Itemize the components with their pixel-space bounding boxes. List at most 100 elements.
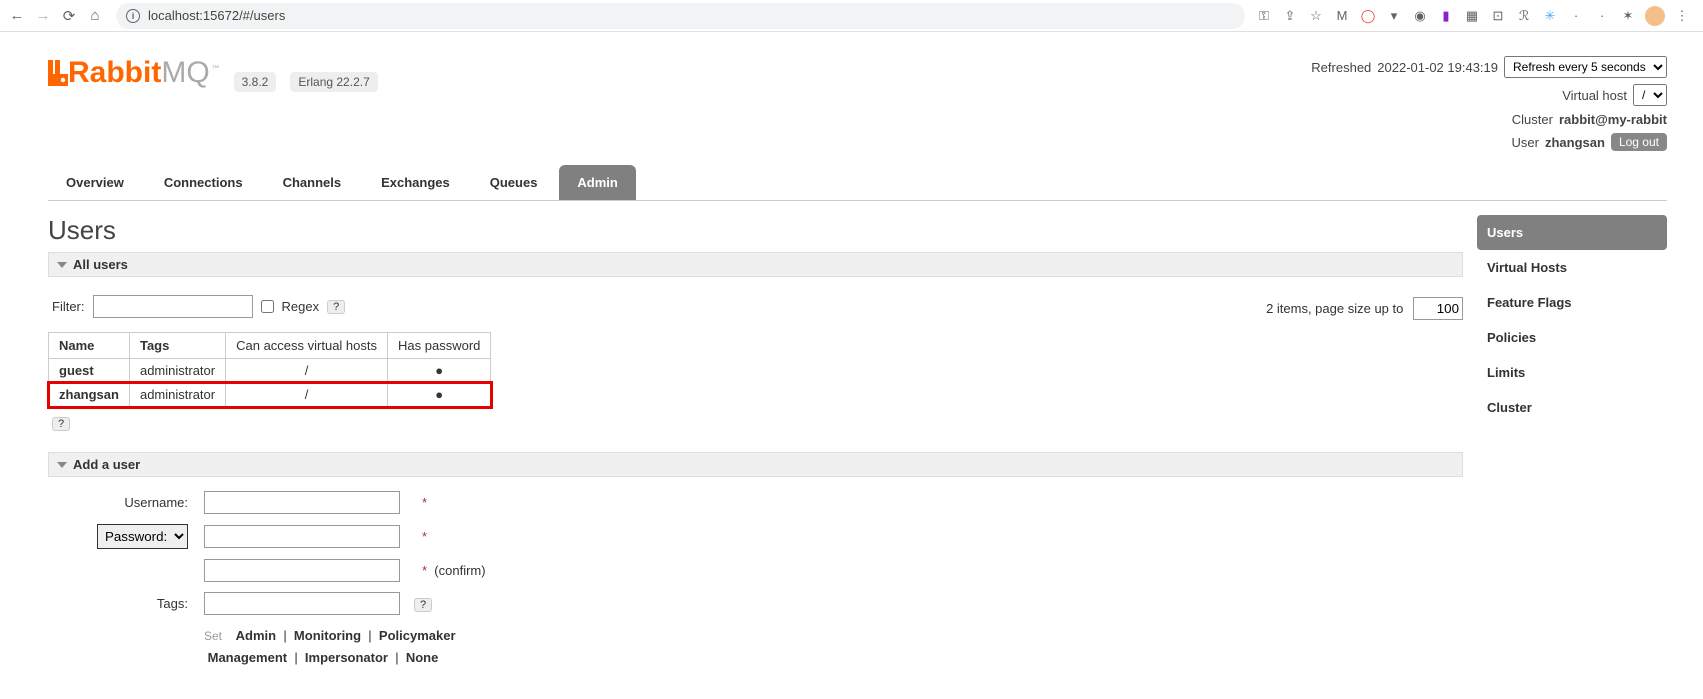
tag-link-admin[interactable]: Admin bbox=[236, 628, 276, 643]
pagesize-control: 2 items, page size up to bbox=[1266, 297, 1463, 320]
col-name[interactable]: Name bbox=[49, 333, 130, 359]
regex-help[interactable]: ? bbox=[327, 300, 345, 314]
confirm-label: (confirm) bbox=[434, 563, 485, 578]
sidebar-item-vhosts[interactable]: Virtual Hosts bbox=[1477, 250, 1667, 285]
logout-button[interactable]: Log out bbox=[1611, 133, 1667, 151]
sidebar-item-users[interactable]: Users bbox=[1477, 215, 1667, 250]
password-type-select[interactable]: Password: bbox=[97, 524, 188, 549]
refresh-interval-select[interactable]: Refresh every 5 seconds bbox=[1504, 56, 1667, 78]
user-vhosts-cell: / bbox=[226, 359, 388, 383]
reload-icon[interactable]: ⟳ bbox=[58, 5, 80, 27]
user-name-cell[interactable]: guest bbox=[49, 359, 130, 383]
ext-r-icon[interactable]: ℛ bbox=[1515, 7, 1533, 25]
refreshed-label: Refreshed bbox=[1311, 60, 1371, 75]
table-row[interactable]: guest administrator / ● bbox=[49, 359, 491, 383]
sidebar-item-limits[interactable]: Limits bbox=[1477, 355, 1667, 390]
tab-channels[interactable]: Channels bbox=[265, 165, 360, 200]
required-mark: * bbox=[422, 529, 427, 544]
col-tags[interactable]: Tags bbox=[129, 333, 225, 359]
gmail-icon[interactable]: M bbox=[1333, 7, 1351, 25]
menu-icon[interactable]: ⋮ bbox=[1673, 7, 1691, 25]
tab-connections[interactable]: Connections bbox=[146, 165, 261, 200]
tags-label: Tags: bbox=[157, 596, 188, 611]
filter-label: Filter: bbox=[52, 299, 85, 314]
ext-purple-icon[interactable]: ▮ bbox=[1437, 7, 1455, 25]
regex-checkbox[interactable] bbox=[261, 300, 274, 313]
regex-label: Regex bbox=[282, 299, 320, 314]
tag-link-none[interactable]: None bbox=[406, 650, 439, 665]
table-row[interactable]: zhangsan administrator / ● bbox=[49, 383, 491, 407]
user-tags-cell: administrator bbox=[129, 359, 225, 383]
sidebar-item-policies[interactable]: Policies bbox=[1477, 320, 1667, 355]
ext-dash-icon[interactable]: ⊡ bbox=[1489, 7, 1507, 25]
ext-puzzle-icon[interactable]: ✶ bbox=[1619, 7, 1637, 25]
all-users-label: All users bbox=[73, 257, 128, 272]
tab-exchanges[interactable]: Exchanges bbox=[363, 165, 468, 200]
col-password: Has password bbox=[388, 333, 491, 359]
back-icon[interactable]: ← bbox=[6, 5, 28, 27]
password-confirm-input[interactable] bbox=[204, 559, 400, 582]
required-mark: * bbox=[422, 495, 427, 510]
user-pwd-cell: ● bbox=[388, 383, 491, 407]
share-icon[interactable]: ⇪ bbox=[1281, 7, 1299, 25]
filter-input[interactable] bbox=[93, 295, 253, 318]
pagesize-label: 2 items, page size up to bbox=[1266, 301, 1403, 316]
username-input[interactable] bbox=[204, 491, 400, 514]
key-icon[interactable]: ⚿ bbox=[1255, 7, 1273, 25]
ext-red-icon[interactable]: ◯ bbox=[1359, 7, 1377, 25]
required-mark: * bbox=[422, 563, 427, 578]
rabbitmq-logo: RabbitMQ™ bbox=[48, 56, 220, 90]
star-icon[interactable]: ☆ bbox=[1307, 7, 1325, 25]
sidebar-item-cluster[interactable]: Cluster bbox=[1477, 390, 1667, 425]
user-tags-cell: administrator bbox=[129, 383, 225, 407]
cluster-label: Cluster bbox=[1512, 112, 1553, 127]
tag-link-monitoring[interactable]: Monitoring bbox=[294, 628, 361, 643]
ext-grid-icon[interactable]: ▦ bbox=[1463, 7, 1481, 25]
erlang-badge: Erlang 22.2.7 bbox=[290, 72, 377, 92]
ext-v-icon[interactable]: ▾ bbox=[1385, 7, 1403, 25]
users-table: Name Tags Can access virtual hosts Has p… bbox=[48, 332, 491, 407]
forward-icon[interactable]: → bbox=[32, 5, 54, 27]
logo-text-mq: MQ bbox=[161, 56, 209, 89]
tag-link-impersonator[interactable]: Impersonator bbox=[305, 650, 388, 665]
user-name: zhangsan bbox=[1545, 135, 1605, 150]
logo-tm: ™ bbox=[212, 64, 220, 73]
address-bar[interactable]: i localhost:15672/#/users bbox=[116, 3, 1245, 29]
add-user-form: Username: * Password: * * ( bbox=[48, 485, 494, 621]
all-users-header[interactable]: All users bbox=[48, 252, 1463, 277]
set-label: Set bbox=[204, 629, 232, 643]
profile-avatar-icon[interactable] bbox=[1645, 6, 1665, 26]
tags-input[interactable] bbox=[204, 592, 400, 615]
username-label: Username: bbox=[124, 495, 188, 510]
home-icon[interactable]: ⌂ bbox=[84, 5, 106, 27]
logo-block: RabbitMQ™ 3.8.2 Erlang 22.2.7 bbox=[48, 56, 378, 92]
add-user-header[interactable]: Add a user bbox=[48, 452, 1463, 477]
filter-row: Filter: Regex ? bbox=[52, 295, 345, 318]
tag-shortcuts: Set Admin | Monitoring | Policymaker Man… bbox=[48, 625, 1463, 669]
user-pwd-cell: ● bbox=[388, 359, 491, 383]
user-label: User bbox=[1512, 135, 1539, 150]
tags-help[interactable]: ? bbox=[414, 598, 432, 612]
ext-dot1-icon[interactable]: · bbox=[1567, 7, 1585, 25]
tab-queues[interactable]: Queues bbox=[472, 165, 556, 200]
pagesize-input[interactable] bbox=[1413, 297, 1463, 320]
header-right: Refreshed 2022-01-02 19:43:19 Refresh ev… bbox=[1311, 56, 1667, 157]
collapse-icon bbox=[57, 462, 67, 468]
sidebar-item-feature-flags[interactable]: Feature Flags bbox=[1477, 285, 1667, 320]
ext-snow-icon[interactable]: ✳ bbox=[1541, 7, 1559, 25]
tag-link-policymaker[interactable]: Policymaker bbox=[379, 628, 456, 643]
browser-chrome: ← → ⟳ ⌂ i localhost:15672/#/users ⚿ ⇪ ☆ … bbox=[0, 0, 1703, 32]
vhost-select[interactable]: / bbox=[1633, 84, 1667, 106]
password-input[interactable] bbox=[204, 525, 400, 548]
tab-overview[interactable]: Overview bbox=[48, 165, 142, 200]
ext-globe-icon[interactable]: ◉ bbox=[1411, 7, 1429, 25]
user-name-cell[interactable]: zhangsan bbox=[49, 383, 130, 407]
site-info-icon[interactable]: i bbox=[126, 9, 140, 23]
tag-link-management[interactable]: Management bbox=[208, 650, 287, 665]
table-help[interactable]: ? bbox=[52, 417, 70, 431]
ext-dot2-icon[interactable]: · bbox=[1593, 7, 1611, 25]
user-vhosts-cell: / bbox=[226, 383, 388, 407]
version-badge: 3.8.2 bbox=[234, 72, 277, 92]
tab-admin[interactable]: Admin bbox=[559, 165, 635, 200]
collapse-icon bbox=[57, 262, 67, 268]
